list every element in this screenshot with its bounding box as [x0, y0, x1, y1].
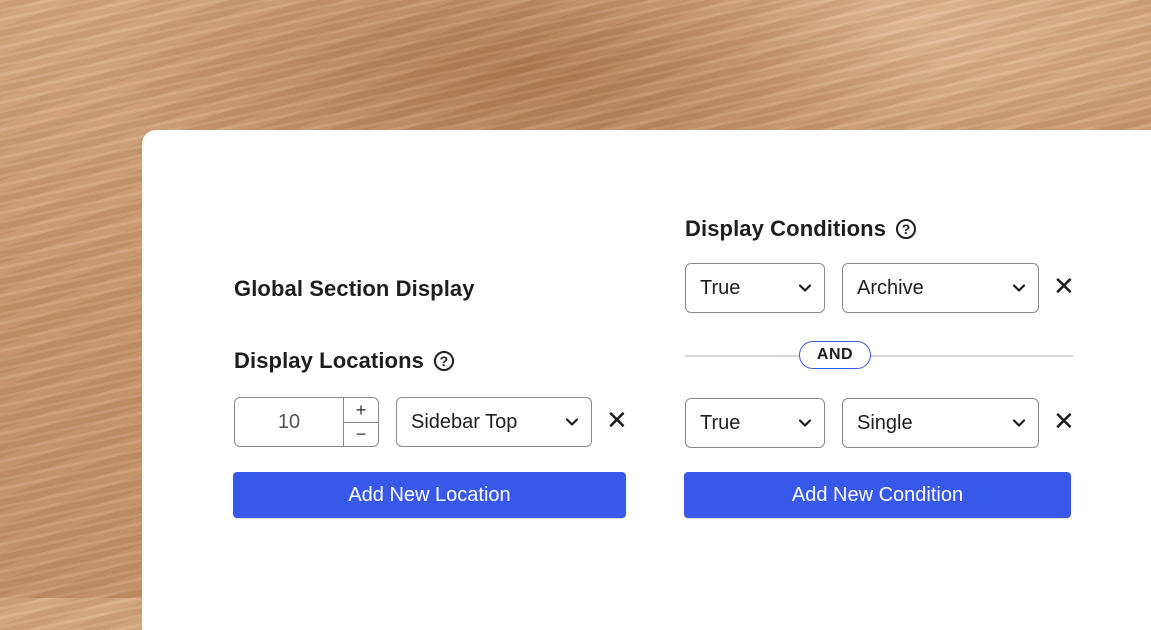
chevron-down-icon: [1012, 284, 1026, 292]
display-conditions-heading: Display Conditions ?: [685, 216, 917, 242]
chevron-down-icon: [1012, 419, 1026, 427]
add-new-location-button[interactable]: Add New Location: [233, 472, 626, 518]
display-locations-label: Display Locations: [234, 348, 424, 373]
decrement-button[interactable]: −: [344, 423, 378, 447]
condition-type-select[interactable]: Archive: [842, 263, 1039, 313]
condition-type-select-value: Single: [857, 411, 913, 434]
remove-condition-close-icon[interactable]: ✕: [1053, 408, 1075, 434]
location-select-value: Sidebar Top: [411, 410, 518, 433]
condition-type-select[interactable]: Single: [842, 398, 1039, 448]
remove-condition-close-icon[interactable]: ✕: [1053, 273, 1075, 299]
page-title: Global Section Display: [234, 276, 475, 301]
condition-type-select-value: Archive: [857, 276, 924, 299]
display-locations-heading: Display Locations ?: [234, 348, 454, 374]
add-new-condition-button[interactable]: Add New Condition: [684, 472, 1071, 518]
display-conditions-label: Display Conditions: [685, 216, 887, 241]
condition-value-select-value: True: [700, 276, 741, 299]
condition-value-select-value: True: [700, 411, 741, 434]
condition-value-select[interactable]: True: [685, 398, 825, 448]
help-icon[interactable]: ?: [433, 351, 454, 371]
condition-value-select[interactable]: True: [685, 263, 825, 313]
priority-stepper[interactable]: 10 + −: [234, 397, 379, 447]
remove-location-close-icon[interactable]: ✕: [606, 407, 628, 433]
and-operator-badge[interactable]: AND: [799, 341, 871, 369]
chevron-down-icon: [798, 284, 812, 292]
location-select[interactable]: Sidebar Top: [396, 397, 592, 447]
help-icon[interactable]: ?: [896, 219, 917, 239]
increment-button[interactable]: +: [344, 398, 378, 423]
condition-divider: [685, 355, 1073, 357]
priority-input[interactable]: 10: [235, 398, 344, 446]
chevron-down-icon: [798, 419, 812, 427]
chevron-down-icon: [565, 418, 579, 426]
settings-card: Global Section Display Display Locations…: [142, 130, 1151, 630]
